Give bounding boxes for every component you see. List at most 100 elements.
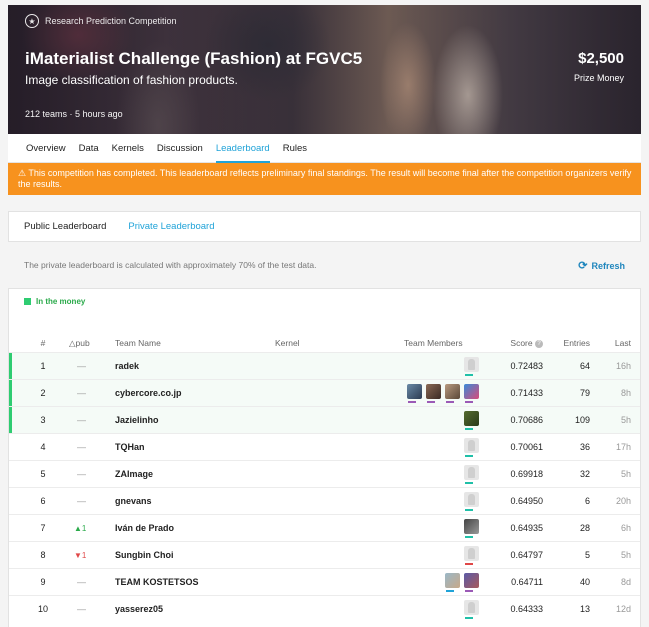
entries-cell: 6	[584, 496, 590, 506]
col-last[interactable]: Last	[607, 334, 631, 352]
pub-delta-cell: —	[69, 407, 99, 434]
tab-rules[interactable]: Rules	[283, 134, 307, 163]
rank-cell: 4	[40, 442, 46, 452]
team-name-link[interactable]: radek	[115, 353, 139, 380]
info-icon[interactable]: ?	[535, 339, 543, 348]
tab-data[interactable]: Data	[79, 134, 99, 163]
avatar[interactable]	[464, 573, 479, 592]
category-label: Research Prediction Competition	[45, 16, 177, 26]
pub-delta-cell: —	[69, 569, 99, 596]
pub-delta-value: ▼1	[74, 551, 87, 560]
score-cell: 0.71433	[510, 388, 543, 398]
entries-cell: 36	[579, 442, 590, 452]
team-name-link[interactable]: Iván de Prado	[115, 515, 174, 542]
team-name-link[interactable]: Sungbin Choi	[115, 542, 174, 569]
leaderboard-table: In the money # △pub Team Name Kernel Tea…	[8, 288, 641, 627]
team-members-avatars	[464, 546, 479, 566]
leaderboard-note: The private leaderboard is calculated wi…	[24, 260, 317, 270]
pub-delta-cell: —	[69, 353, 99, 380]
tab-discussion[interactable]: Discussion	[157, 134, 203, 163]
avatar[interactable]	[464, 465, 479, 484]
rank-cell: 8	[40, 550, 46, 560]
table-row[interactable]: 6 — gnevans 0.64950 6 20h	[9, 487, 640, 514]
competition-meta: 212 teams · 5 hours ago	[25, 109, 123, 119]
team-name-link[interactable]: TQHan	[115, 434, 145, 461]
col-pub-delta[interactable]: △pub	[69, 334, 99, 352]
team-name-link[interactable]: Jazielinho	[115, 407, 159, 434]
entries-cell: 13	[579, 604, 590, 614]
col-team-name[interactable]: Team Name	[115, 334, 161, 352]
tab-overview[interactable]: Overview	[26, 134, 66, 163]
team-members-avatars	[464, 465, 479, 485]
table-row[interactable]: 5 — ZAImage 0.69918 32 5h	[9, 460, 640, 487]
avatar[interactable]	[464, 411, 479, 430]
refresh-button[interactable]: ⟳ Refresh	[578, 259, 625, 272]
pub-delta-cell: —	[69, 596, 99, 623]
rank-cell: 2	[40, 388, 46, 398]
score-cell: 0.69918	[510, 469, 543, 479]
col-rank[interactable]: #	[33, 334, 53, 352]
table-row[interactable]: 8 ▼1 Sungbin Choi 0.64797 5 5h	[9, 541, 640, 568]
pub-delta-value: —	[77, 361, 86, 371]
money-swatch-icon	[24, 298, 31, 305]
table-row[interactable]: 7 ▲1 Iván de Prado 0.64935 28 6h	[9, 514, 640, 541]
table-row[interactable]: 2 — cybercore.co.jp 0.71433 79 8h	[9, 379, 640, 406]
table-row[interactable]: 9 — TEAM KOSTETSOS 0.64711 40 8d	[9, 568, 640, 595]
avatar[interactable]	[464, 492, 479, 511]
pub-delta-value: —	[77, 496, 86, 506]
team-name-link[interactable]: yasserez05	[115, 596, 163, 623]
table-row[interactable]: 3 — Jazielinho 0.70686 109 5h	[9, 406, 640, 433]
col-score[interactable]: Score ?	[479, 334, 543, 352]
pub-delta-value: —	[77, 604, 86, 614]
competition-category: ★ Research Prediction Competition	[25, 14, 177, 28]
col-entries[interactable]: Entries	[557, 334, 590, 352]
avatar[interactable]	[464, 519, 479, 538]
tab-leaderboard[interactable]: Leaderboard	[215, 134, 270, 163]
avatar[interactable]	[464, 357, 479, 376]
tab-kernels[interactable]: Kernels	[112, 134, 144, 163]
avatar[interactable]	[426, 384, 441, 403]
pub-delta-value: —	[77, 577, 86, 587]
avatar[interactable]	[445, 573, 460, 592]
tab-private-leaderboard[interactable]: Private Leaderboard	[128, 212, 214, 241]
last-submission-cell: 20h	[615, 496, 631, 506]
team-name-link[interactable]: cybercore.co.jp	[115, 380, 182, 407]
trophy-icon: ★	[25, 14, 39, 28]
score-cell: 0.64950	[510, 496, 543, 506]
pub-delta-value: —	[77, 469, 86, 479]
avatar[interactable]	[407, 384, 422, 403]
avatar[interactable]	[464, 438, 479, 457]
col-score-label: Score	[510, 338, 533, 348]
rank-cell: 3	[40, 415, 46, 425]
in-the-money-label: In the money	[36, 297, 86, 306]
avatar[interactable]	[464, 600, 479, 619]
prize-amount: $2,500	[578, 50, 624, 67]
team-name-link[interactable]: ZAImage	[115, 461, 153, 488]
pub-delta-value: ▲1	[74, 524, 87, 533]
refresh-icon: ⟳	[578, 260, 588, 272]
avatar[interactable]	[464, 546, 479, 565]
score-cell: 0.64797	[510, 550, 543, 560]
score-cell: 0.64333	[510, 604, 543, 614]
table-row[interactable]: 10 — yasserez05 0.64333 13 12d	[9, 595, 640, 622]
last-submission-cell: 6h	[620, 523, 631, 533]
rank-cell: 5	[40, 469, 46, 479]
tab-public-leaderboard[interactable]: Public Leaderboard	[24, 212, 106, 241]
avatar[interactable]	[445, 384, 460, 403]
col-kernel: Kernel	[275, 338, 300, 348]
team-name-link[interactable]: gnevans	[115, 488, 152, 515]
team-name-link[interactable]: TEAM KOSTETSOS	[115, 569, 199, 596]
last-submission-cell: 5h	[620, 415, 631, 425]
table-header: # △pub Team Name Kernel Team Members Sco…	[9, 334, 640, 352]
table-row[interactable]: 1 — radek 0.72483 64 16h	[9, 352, 640, 379]
entries-cell: 28	[579, 523, 590, 533]
team-members-avatars	[407, 384, 479, 404]
team-members-avatars	[464, 357, 479, 377]
table-row[interactable]: 4 — TQHan 0.70061 36 17h	[9, 433, 640, 460]
pub-delta-value: —	[77, 442, 86, 452]
last-submission-cell: 8d	[620, 577, 631, 587]
last-submission-cell: 17h	[615, 442, 631, 452]
team-members-avatars	[445, 573, 479, 593]
competition-tabs: Overview Data Kernels Discussion Leaderb…	[8, 134, 641, 163]
avatar[interactable]	[464, 384, 479, 403]
